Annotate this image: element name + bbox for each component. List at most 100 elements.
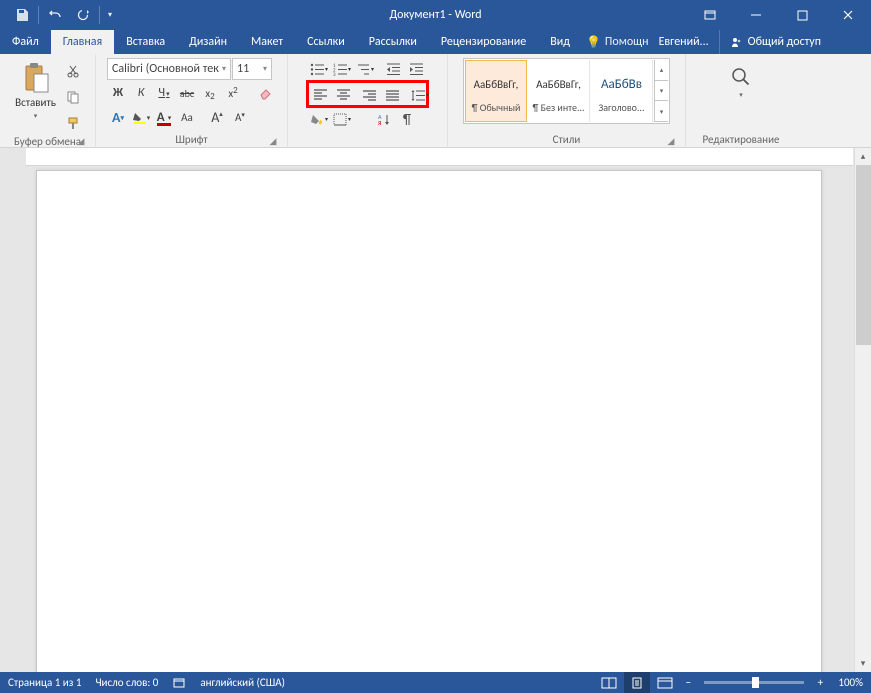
multilevel-icon	[356, 63, 371, 76]
status-bar: Страница 1 из 1 Число слов: 0 английский…	[0, 672, 871, 693]
chevron-down-icon: ▾	[147, 113, 151, 122]
grow-font-button[interactable]: A▴	[206, 106, 228, 128]
style-no-spacing[interactable]: АаБбВвГг, ¶ Без инте...	[528, 60, 590, 122]
scroll-up-button[interactable]: ▴	[855, 148, 871, 165]
decrease-indent-button[interactable]	[382, 58, 404, 80]
font-size-combo[interactable]: 11▾	[232, 58, 272, 80]
subscript-button[interactable]: x2	[199, 82, 221, 104]
page-indicator[interactable]: Страница 1 из 1	[8, 676, 81, 689]
copy-button[interactable]	[62, 86, 84, 108]
shrink-font-button[interactable]: A▾	[229, 106, 251, 128]
change-case-button[interactable]: Aa	[176, 106, 198, 128]
italic-button[interactable]: К	[130, 82, 152, 104]
paste-button[interactable]: Вставить ▾	[11, 58, 60, 124]
zoom-out-button[interactable]: −	[680, 675, 696, 691]
sort-icon: AЯ	[377, 113, 392, 126]
format-painter-button[interactable]	[62, 112, 84, 134]
chevron-down-icon: ▾	[222, 64, 226, 74]
find-button[interactable]: ▾	[719, 58, 763, 103]
language-indicator[interactable]: английский (США)	[200, 676, 285, 689]
expand-icon: ▾	[655, 101, 668, 122]
undo-button[interactable]	[41, 1, 69, 29]
group-clipboard: Вставить ▾ Буфер обмена◢	[0, 54, 96, 148]
increase-indent-button[interactable]	[405, 58, 427, 80]
tab-insert[interactable]: Вставка	[114, 30, 177, 54]
share-button[interactable]: Общий доступ	[719, 30, 831, 54]
close-button[interactable]	[825, 0, 871, 30]
bold-button[interactable]: Ж	[107, 82, 129, 104]
scroll-thumb[interactable]	[856, 165, 871, 345]
clear-formatting-button[interactable]	[254, 82, 276, 104]
shading-button[interactable]: ▾	[308, 108, 330, 130]
web-layout-button[interactable]	[652, 672, 678, 693]
save-button[interactable]	[8, 1, 36, 29]
qat-customize[interactable]: ▾	[102, 1, 118, 29]
show-marks-button[interactable]: ¶	[396, 108, 418, 130]
font-size-value: 11	[237, 62, 249, 76]
line-spacing-button[interactable]: ▾	[409, 84, 431, 106]
tab-review[interactable]: Рецензирование	[429, 30, 538, 54]
group-styles: АаБбВвГг, ¶ Обычный АаБбВвГг, ¶ Без инте…	[448, 54, 686, 148]
font-color-button[interactable]: A▾	[153, 106, 175, 128]
chevron-up-icon: ▴	[655, 60, 668, 81]
zoom-level[interactable]: 100%	[838, 676, 863, 689]
group-label-styles: Стили	[553, 133, 581, 146]
align-justify-button[interactable]	[381, 84, 403, 106]
document-page[interactable]	[36, 170, 822, 672]
maximize-button[interactable]	[779, 0, 825, 30]
styles-gallery-expand[interactable]: ▴ ▾ ▾	[654, 60, 668, 122]
maximize-icon	[797, 10, 808, 21]
copy-icon	[66, 90, 80, 104]
tab-home[interactable]: Главная	[51, 30, 114, 54]
borders-button[interactable]: ▾	[331, 108, 353, 130]
align-right-button[interactable]	[358, 84, 380, 106]
read-mode-button[interactable]	[596, 672, 622, 693]
dialog-launcher-clipboard[interactable]: ◢	[75, 135, 87, 147]
chevron-down-icon: ▾	[108, 10, 112, 20]
zoom-in-button[interactable]: +	[812, 675, 828, 691]
print-layout-button[interactable]	[624, 672, 650, 693]
chevron-down-icon: ▾	[655, 81, 668, 102]
tab-layout[interactable]: Макет	[239, 30, 295, 54]
spell-check-status[interactable]	[172, 676, 186, 690]
tab-design[interactable]: Дизайн	[177, 30, 239, 54]
numbering-button[interactable]: 123▾	[331, 58, 353, 80]
minimize-button[interactable]	[733, 0, 779, 30]
ribbon-display-options[interactable]	[687, 0, 733, 30]
zoom-slider[interactable]	[704, 681, 804, 684]
zoom-slider-thumb[interactable]	[752, 677, 759, 688]
bullets-button[interactable]: ▾	[308, 58, 330, 80]
sort-button[interactable]: AЯ	[373, 108, 395, 130]
style-preview-normal: АаБбВвГг,	[474, 69, 519, 101]
tab-mailings[interactable]: Рассылки	[357, 30, 429, 54]
superscript-button[interactable]: x2	[222, 82, 244, 104]
multilevel-list-button[interactable]: ▾	[354, 58, 376, 80]
chevron-down-icon: ▾	[348, 115, 351, 123]
tab-view[interactable]: Вид	[538, 30, 582, 54]
font-name-combo[interactable]: Calibri (Основной тек▾	[107, 58, 231, 80]
highlight-button[interactable]: ▾	[130, 106, 152, 128]
svg-text:Я: Я	[378, 119, 381, 126]
dialog-launcher-styles[interactable]: ◢	[665, 135, 677, 147]
vertical-scrollbar[interactable]: ▴ ▾	[854, 148, 871, 672]
tab-references[interactable]: Ссылки	[295, 30, 357, 54]
share-icon	[730, 36, 742, 48]
strikethrough-button[interactable]: abc	[176, 82, 198, 104]
cut-button[interactable]	[62, 60, 84, 82]
tell-me[interactable]: 💡Помощн	[586, 35, 649, 50]
account-name[interactable]: Евгений...	[649, 35, 719, 49]
underline-button[interactable]: Ч▾	[153, 82, 175, 104]
horizontal-ruler[interactable]	[26, 148, 853, 166]
word-count[interactable]: Число слов: 0	[95, 676, 158, 689]
format-painter-icon	[66, 116, 80, 130]
scroll-down-button[interactable]: ▾	[855, 655, 871, 672]
tell-me-label: Помощн	[605, 35, 649, 49]
text-effects-button[interactable]: A▾	[107, 106, 129, 128]
align-center-button[interactable]	[332, 83, 354, 105]
underline-label: Ч	[158, 86, 165, 100]
style-heading1[interactable]: АаБбВв Заголово...	[591, 60, 653, 122]
tab-file[interactable]: Файл	[0, 30, 51, 54]
redo-button[interactable]	[69, 1, 97, 29]
align-left-button[interactable]	[309, 83, 331, 105]
dialog-launcher-font[interactable]: ◢	[267, 135, 279, 147]
